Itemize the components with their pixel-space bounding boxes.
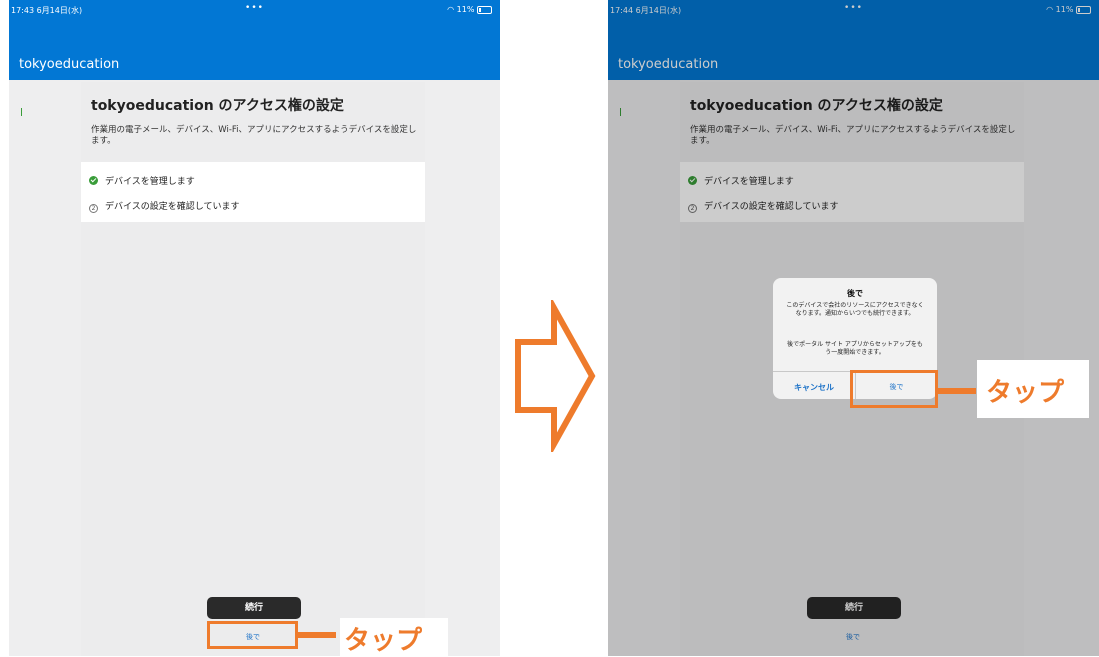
check-circle-icon [89, 176, 98, 185]
right-screenshot: 17:44 6月14日(水) ••• ◠ 11% tokyoeducation … [608, 0, 1099, 656]
tap-pointer-bar [298, 632, 336, 638]
status-battery: ◠ 11% [447, 5, 492, 14]
step-label: デバイスを管理します [105, 177, 195, 187]
dialog-title: 後で [847, 289, 863, 298]
steps-list: デバイスを管理します 2 デバイスの設定を確認しています [81, 162, 425, 222]
status-bar: 17:43 6月14日(水) ••• ◠ 11% [9, 0, 500, 18]
multitask-dots[interactable]: ••• [9, 3, 500, 13]
left-screenshot: 17:43 6月14日(水) ••• ◠ 11% tokyoeducation … [9, 0, 500, 656]
right-arrow-outline-icon [515, 300, 596, 452]
continue-button[interactable]: 続行 [207, 597, 301, 619]
step-connector [21, 108, 22, 116]
tap-pointer-bar [938, 388, 976, 394]
step-number-icon: 2 [89, 204, 98, 213]
content-panel: tokyoeducation のアクセス権の設定 作業用の電子メール、デバイス、… [81, 82, 425, 656]
page-description: 作業用の電子メール、デバイス、Wi-Fi、アプリにアクセスするようデバイスを設定… [91, 125, 417, 146]
dialog-message: このデバイスで会社のリソースにアクセスできなくなります。通知からいつでも続行でき… [786, 302, 924, 317]
battery-percent: 11% [456, 5, 475, 14]
tap-label: タップ [344, 626, 423, 656]
tap-highlight-box [207, 621, 298, 649]
battery-icon [477, 5, 492, 14]
page-title: tokyoeducation のアクセス権の設定 [91, 98, 344, 114]
dialog-cancel-button[interactable]: キャンセル [773, 382, 855, 393]
tap-highlight-box [850, 370, 938, 408]
app-header: 17:43 6月14日(水) ••• ◠ 11% tokyoeducation [9, 0, 500, 80]
step-item: デバイスを管理します [89, 174, 195, 187]
app-title: tokyoeducation [19, 57, 120, 72]
step-label: デバイスの設定を確認しています [105, 202, 240, 212]
tap-label: タップ [986, 378, 1065, 408]
step-item: 2 デバイスの設定を確認しています [89, 199, 239, 213]
dialog-message-secondary: 後でポータル サイト アプリからセットアップをもう一度開始できます。 [787, 341, 923, 356]
wifi-icon: ◠ [447, 5, 455, 14]
